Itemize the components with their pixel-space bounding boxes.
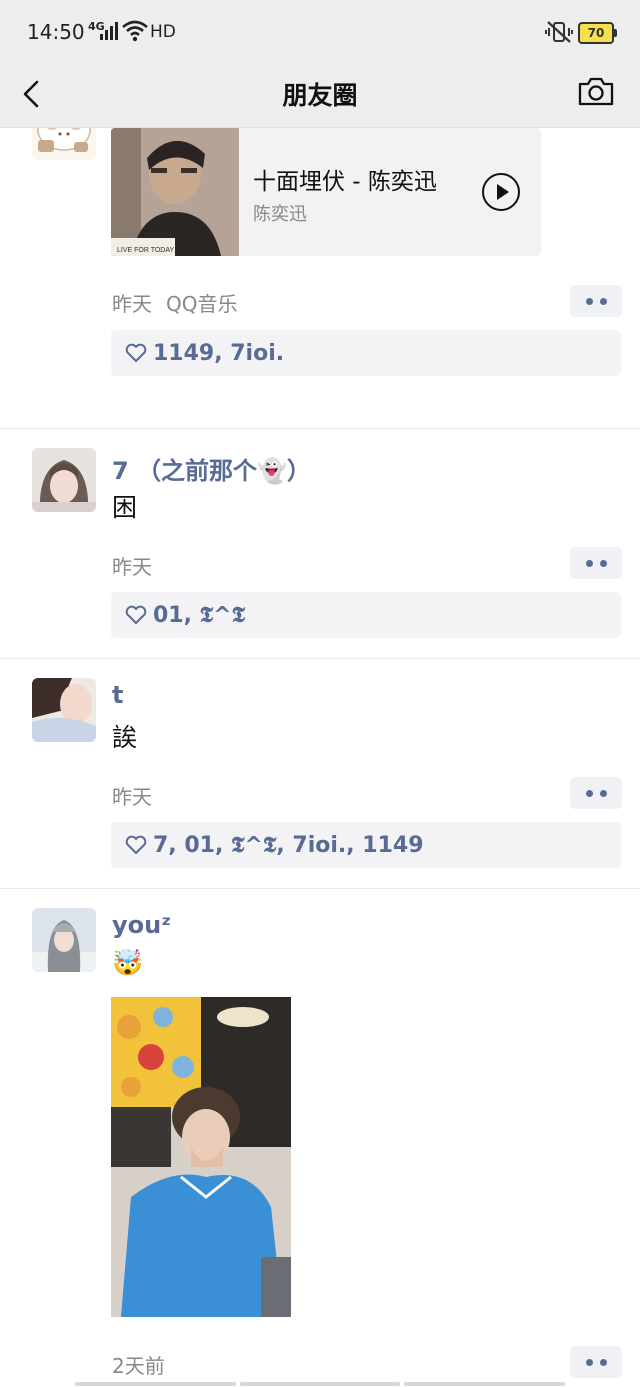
avatar[interactable] [32, 908, 96, 972]
avatar[interactable] [32, 128, 96, 160]
play-icon[interactable] [481, 172, 521, 212]
hd-indicator: HD [150, 22, 176, 42]
post-time: 昨天 [112, 555, 152, 579]
likes-box: 7, 01, 𝕿^𝕿, 7ioi., 1149 [111, 822, 621, 868]
likes-box: 1149, 7ioi. [111, 330, 621, 376]
avatar[interactable] [32, 448, 96, 512]
post-time: 昨天 [112, 785, 152, 809]
post: 7 （之前那个👻） 困 昨天 01, 𝕿^𝕿 [0, 448, 640, 658]
post-divider [0, 658, 640, 659]
more-button[interactable] [570, 777, 622, 809]
post: youᶻ 🤯 2天前 [0, 908, 640, 1387]
nav-bar: 朋友圈 [0, 64, 640, 128]
heart-icon [125, 605, 147, 624]
post-source[interactable]: QQ音乐 [166, 292, 237, 316]
more-button[interactable] [570, 285, 622, 317]
camera-icon[interactable] [577, 74, 615, 108]
post: t 誒 昨天 7, 01, 𝕿^𝕿, 7ioi., 1149 [0, 678, 640, 888]
post-text: 誒 [112, 723, 138, 752]
likes-list[interactable]: 1149, 7ioi. [153, 341, 284, 366]
post-nickname[interactable]: youᶻ [112, 911, 171, 939]
heart-icon [125, 835, 147, 854]
post: 7 LIVE FOR TODAY 十面埋伏 - 陈奕迅 陈奕迅 [0, 128, 640, 428]
more-button[interactable] [570, 1346, 622, 1378]
status-time: 14:50 [27, 20, 85, 44]
album-cover-text: LIVE FOR TODAY [117, 247, 175, 254]
post-divider [0, 888, 640, 889]
gesture-bar [75, 1382, 566, 1386]
post-time: 昨天 QQ音乐 [112, 288, 237, 317]
music-card[interactable]: LIVE FOR TODAY 十面埋伏 - 陈奕迅 陈奕迅 [111, 128, 541, 256]
status-bar: 14:50 4G HD 70 [0, 0, 640, 64]
battery-indicator: 70 [578, 22, 617, 44]
likes-list[interactable]: 01, 𝕿^𝕿 [153, 603, 245, 628]
more-button[interactable] [570, 547, 622, 579]
music-title: 十面埋伏 - 陈奕迅 [253, 169, 437, 195]
heart-icon [125, 343, 147, 362]
post-divider [0, 428, 640, 429]
likes-box: 01, 𝕿^𝕿 [111, 592, 621, 638]
post-time: 2天前 [112, 1354, 165, 1378]
post-photo[interactable] [111, 997, 291, 1317]
likes-list[interactable]: 7, 01, 𝕿^𝕿, 7ioi., 1149 [153, 833, 424, 858]
music-artist: 陈奕迅 [253, 204, 307, 225]
post-nickname[interactable]: t [112, 681, 123, 709]
signal-icon [100, 22, 118, 40]
post-text: 🤯 [112, 948, 144, 977]
post-time-label: 昨天 [112, 292, 152, 316]
wifi-icon [122, 20, 148, 42]
post-nickname[interactable]: 7 （之前那个👻） [112, 451, 311, 486]
page-title: 朋友圈 [282, 81, 358, 110]
vibrate-mute-icon [545, 21, 573, 43]
album-cover: LIVE FOR TODAY [111, 128, 239, 256]
moments-feed[interactable]: 7 LIVE FOR TODAY 十面埋伏 - 陈奕迅 陈奕迅 [0, 128, 640, 1387]
avatar[interactable] [32, 678, 96, 742]
post-text: 困 [112, 493, 138, 522]
